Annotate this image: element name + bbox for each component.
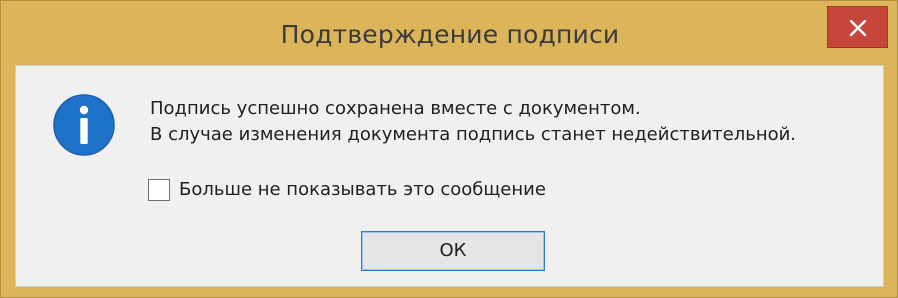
message-text: Подпись успешно сохранена вместе с докум… (150, 96, 796, 148)
dialog-window: Подтверждение подписи Подпись успешно со… (0, 0, 898, 298)
info-icon (53, 94, 115, 156)
window-title: Подтверждение подписи (280, 20, 620, 49)
message-line: В случае изменения документа подпись ста… (150, 124, 797, 145)
message-line: Подпись успешно сохранена вместе с докум… (150, 98, 641, 119)
checkbox-label[interactable]: Больше не показывать это сообщение (179, 178, 546, 202)
dont-show-again-checkbox[interactable] (148, 179, 170, 201)
title-bar[interactable]: Подтверждение подписи (1, 1, 897, 65)
close-button[interactable] (827, 6, 888, 48)
close-icon (849, 19, 867, 37)
dialog-content: Подпись успешно сохранена вместе с докум… (15, 65, 884, 287)
ok-button[interactable]: ОК (361, 231, 545, 271)
